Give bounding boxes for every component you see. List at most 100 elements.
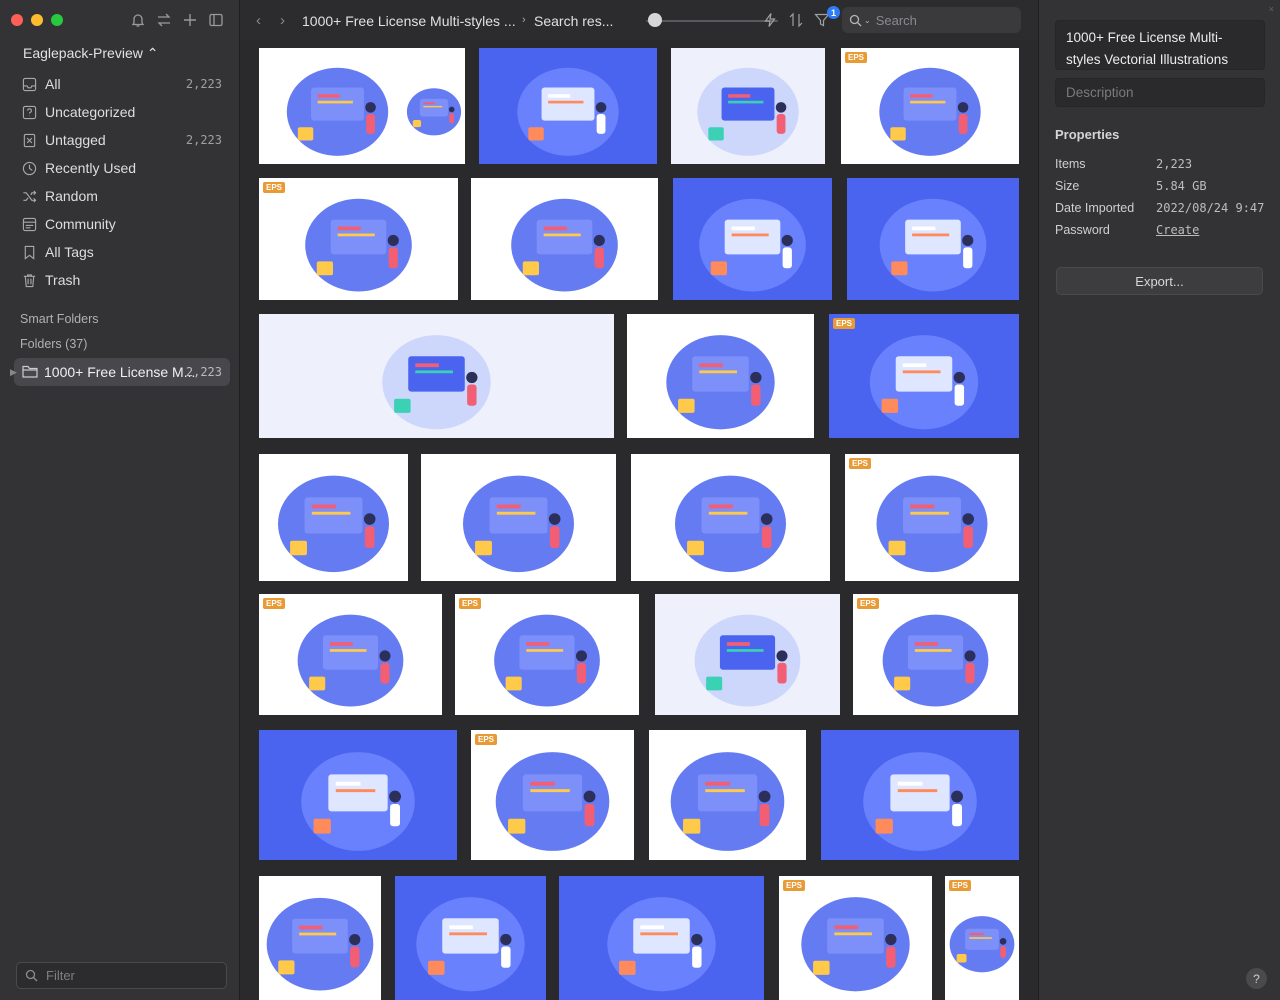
image-thumbnail[interactable] (627, 314, 814, 438)
sidebar-item-trash[interactable]: Trash (14, 266, 230, 294)
sync-icon[interactable] (156, 12, 172, 28)
thumbnail-size-knob[interactable] (648, 13, 662, 27)
chevron-down-icon[interactable]: ⌄ (864, 16, 871, 25)
zoom-window-button[interactable] (51, 14, 63, 26)
filter-placeholder: Filter (46, 968, 75, 983)
illustration-image (259, 594, 442, 715)
create-password-link[interactable]: Create (1156, 223, 1199, 237)
thumbnail-size-slider[interactable] (646, 20, 778, 22)
shuffle-icon (22, 189, 37, 204)
eps-badge: EPS (475, 734, 498, 745)
description-field[interactable]: Description (1055, 78, 1265, 107)
add-icon[interactable] (182, 12, 198, 28)
image-thumbnail[interactable]: EPS (841, 48, 1019, 164)
illustration-image (627, 314, 814, 438)
folder-title-field[interactable]: 1000+ Free License Multi-styles Vectoria… (1055, 20, 1265, 70)
filter-count-badge: 1 (827, 6, 840, 19)
image-thumbnail[interactable]: EPS (829, 314, 1019, 438)
back-button[interactable]: ‹ (256, 12, 261, 29)
filter-input[interactable]: Filter (16, 962, 227, 989)
sidebar-item-all-tags[interactable]: All Tags (14, 238, 230, 266)
image-thumbnail[interactable]: EPS (853, 594, 1018, 715)
disclosure-arrow-icon[interactable]: ▶ (10, 367, 17, 378)
property-size: Size 5.84 GB (1055, 179, 1275, 193)
sidebar-item-label: Random (45, 188, 98, 204)
sidebar: Eaglepack-Preview ⌃ All 2,223 Uncategori… (0, 0, 240, 1000)
sort-icon[interactable] (788, 12, 804, 28)
illustration-image (259, 178, 458, 300)
bell-icon[interactable] (130, 12, 146, 28)
folder-count: 2,223 (185, 365, 222, 379)
eps-badge: EPS (857, 598, 880, 609)
sidebar-item-label: Untagged (45, 132, 106, 148)
illustration-image (671, 48, 825, 164)
illustration-image (259, 48, 416, 164)
image-thumbnail[interactable] (655, 594, 840, 715)
forward-button[interactable]: › (280, 12, 285, 29)
image-thumbnail[interactable] (649, 730, 806, 860)
toolbar: ‹ › 1000+ Free License Multi-styles ... … (240, 0, 1038, 40)
image-thumbnail[interactable]: EPS (779, 876, 932, 1000)
image-thumbnail[interactable] (847, 178, 1019, 300)
image-thumbnail[interactable] (259, 314, 614, 438)
image-thumbnail[interactable]: EPS (259, 594, 442, 715)
folder-icon (22, 364, 38, 379)
illustration-image (673, 178, 832, 300)
sidebar-item-uncategorized[interactable]: Uncategorized (14, 98, 230, 126)
close-panel-icon[interactable]: × (1269, 4, 1274, 14)
sidebar-item-label: Uncategorized (45, 104, 136, 120)
search-input[interactable]: ⌄ Search (842, 7, 1021, 33)
sidebar-toggle-icon[interactable] (208, 12, 224, 28)
breadcrumb-search[interactable]: Search res... (534, 13, 613, 29)
illustration-image (559, 876, 764, 1000)
illustration-image (845, 454, 1019, 581)
minimize-window-button[interactable] (31, 14, 43, 26)
sidebar-item-count: 2,223 (185, 133, 222, 147)
image-thumbnail[interactable] (671, 48, 825, 164)
quick-action-icon[interactable] (762, 12, 778, 28)
image-thumbnail[interactable] (631, 454, 830, 581)
breadcrumb-folder[interactable]: 1000+ Free License Multi-styles ... (302, 13, 516, 29)
search-icon (25, 969, 38, 982)
sidebar-item-random[interactable]: Random (14, 182, 230, 210)
illustration-image (259, 730, 457, 860)
image-thumbnail[interactable]: EPS (471, 730, 634, 860)
illustration-image (853, 594, 1018, 715)
sidebar-item-label: Recently Used (45, 160, 137, 176)
image-thumbnail[interactable]: EPS (455, 594, 639, 715)
sidebar-item-community[interactable]: Community (14, 210, 230, 238)
image-thumbnail[interactable] (259, 454, 408, 581)
image-thumbnail[interactable] (559, 876, 764, 1000)
image-thumbnail[interactable] (673, 178, 832, 300)
image-thumbnail[interactable] (421, 454, 616, 581)
image-thumbnail[interactable]: EPS (845, 454, 1019, 581)
property-label: Size (1055, 179, 1080, 193)
library-switcher[interactable]: Eaglepack-Preview ⌃ (23, 45, 158, 62)
sidebar-item-all[interactable]: All 2,223 (14, 70, 230, 98)
image-thumbnail[interactable]: EPS (259, 178, 458, 300)
image-thumbnail[interactable] (403, 48, 465, 164)
image-thumbnail[interactable] (259, 730, 457, 860)
illustration-image (259, 314, 614, 438)
property-value: 2022/08/24 9:47 (1156, 201, 1265, 215)
image-thumbnail[interactable]: EPS (945, 876, 1019, 1000)
help-button[interactable]: ? (1246, 968, 1267, 989)
clock-icon (22, 161, 37, 176)
image-thumbnail[interactable] (471, 178, 658, 300)
property-date-imported: Date Imported 2022/08/24 9:47 (1055, 201, 1275, 215)
property-label: Password (1055, 223, 1110, 237)
sidebar-item-untagged[interactable]: Untagged 2,223 (14, 126, 230, 154)
image-thumbnail[interactable] (395, 876, 546, 1000)
sidebar-item-recently-used[interactable]: Recently Used (14, 154, 230, 182)
image-thumbnail[interactable] (259, 48, 416, 164)
image-thumbnail[interactable] (259, 876, 381, 1000)
illustration-image (655, 594, 840, 715)
image-thumbnail[interactable] (821, 730, 1019, 860)
folder-item[interactable]: ▶ 1000+ Free License M... 2,223 (10, 358, 230, 386)
export-button[interactable]: Export... (1056, 267, 1263, 295)
folders-heading[interactable]: Folders (37) (20, 337, 87, 351)
eps-badge: EPS (949, 880, 972, 891)
image-thumbnail[interactable] (479, 48, 657, 164)
close-window-button[interactable] (11, 14, 23, 26)
smart-folders-heading[interactable]: Smart Folders (20, 312, 99, 326)
